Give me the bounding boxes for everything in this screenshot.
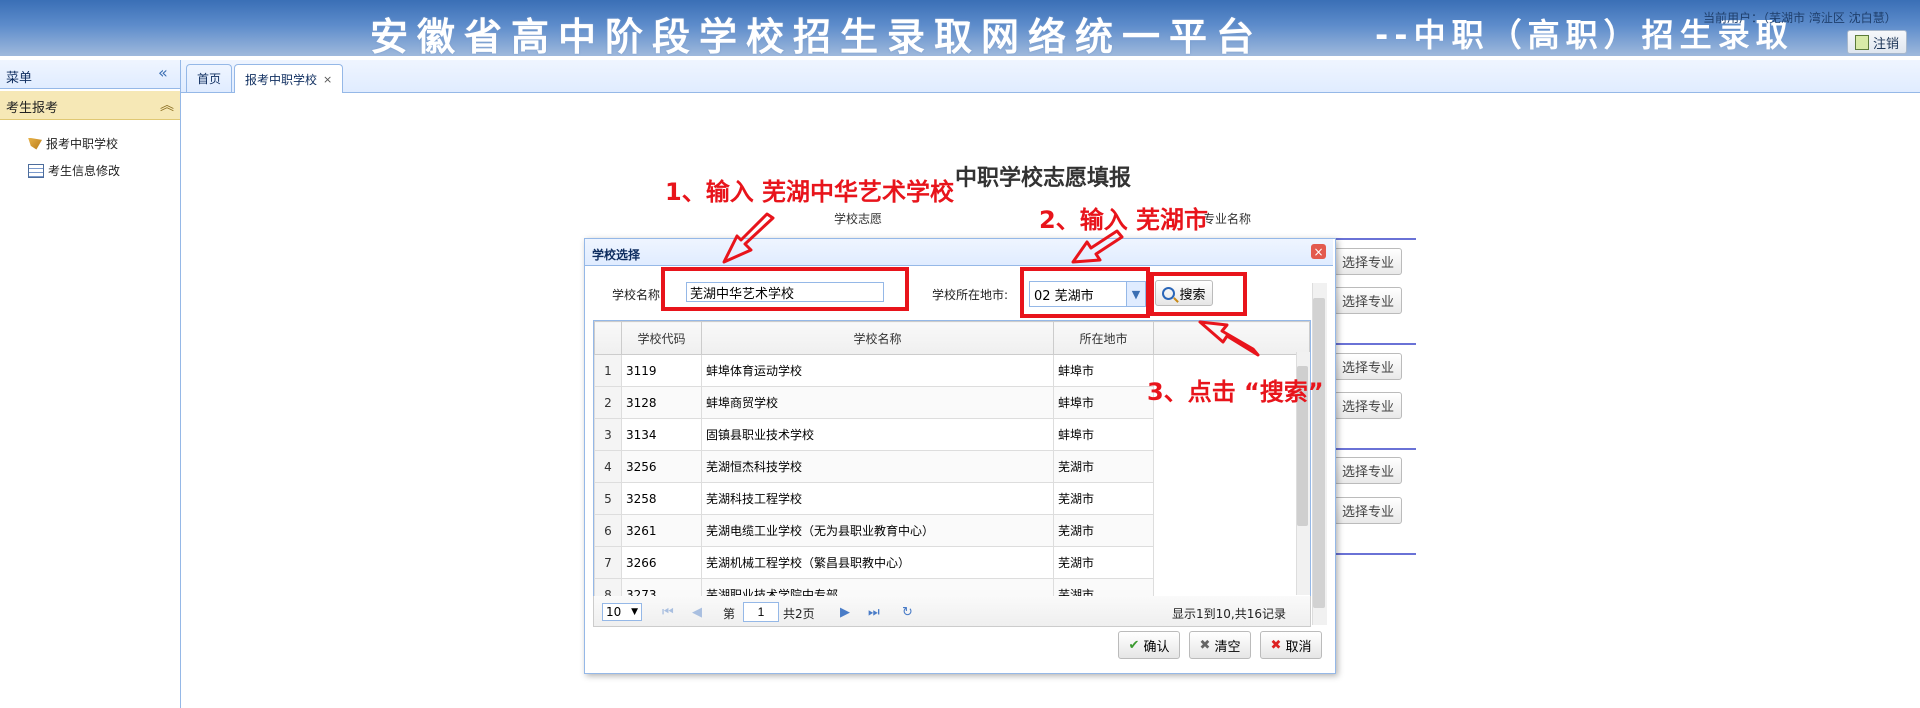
arrow-icon xyxy=(1071,229,1124,264)
arrow-icon xyxy=(722,212,775,264)
arrow-icon xyxy=(1198,320,1260,357)
annotation-arrows xyxy=(722,212,1260,357)
